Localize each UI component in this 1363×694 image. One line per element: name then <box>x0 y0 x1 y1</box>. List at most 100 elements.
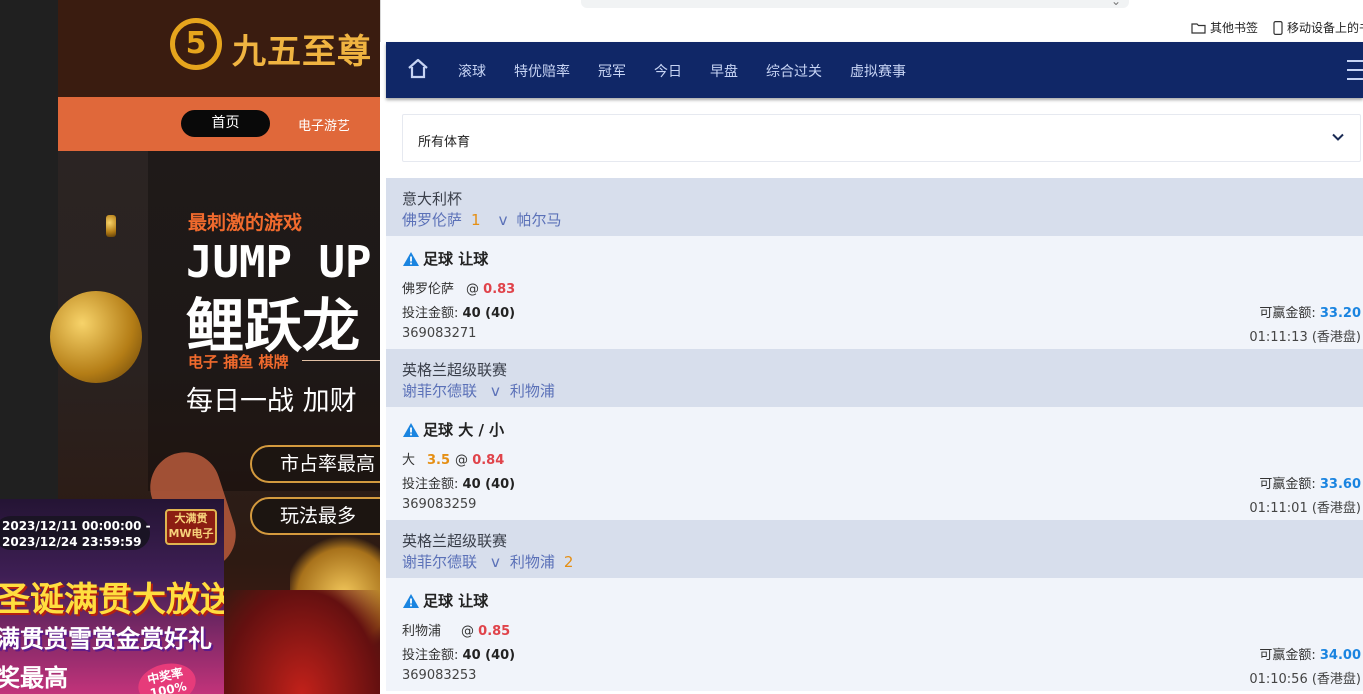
stake-label: 投注金额: <box>402 648 459 663</box>
home-team: 谢菲尔德联 <box>402 553 478 571</box>
stake-label: 投注金额: <box>402 477 459 492</box>
sport-filter-label: 所有体育 <box>418 135 471 150</box>
site-nav-egame[interactable]: 电子游艺 <box>298 115 350 134</box>
folder-icon <box>1191 22 1206 34</box>
ticket-id: 369083259 <box>402 497 477 512</box>
nav-item-special-odds[interactable]: 特优赔率 <box>514 61 570 81</box>
match-teams: 佛罗伦萨 1 v 帕尔马 <box>402 209 1363 230</box>
bet-type: 足球 让球 <box>423 592 489 610</box>
nav-item-parlay[interactable]: 综合过关 <box>766 61 822 81</box>
bookmark-mobile[interactable]: 移动设备上的书 <box>1273 19 1363 36</box>
stake-amount: 投注金额: 40 (40) <box>402 473 515 492</box>
league-name: 英格兰超级联赛 <box>402 361 508 379</box>
win-value: 33.60 <box>1319 477 1361 492</box>
home-team: 佛罗伦萨 <box>402 211 463 229</box>
bet-list-app: 滚球 特优赔率 冠军 今日 早盘 综合过关 虚拟赛事 所有体育 意大利杯 佛罗伦… <box>386 42 1363 694</box>
bet-selection: 大 3.5 @ 0.84 <box>402 449 504 468</box>
odds-value: 0.85 <box>478 624 511 639</box>
home-team: 谢菲尔德联 <box>402 382 478 400</box>
versus: v <box>498 211 508 229</box>
hero-categories: 电子 捕鱼 棋牌 <box>188 353 289 371</box>
match-header: 英格兰超级联赛 谢菲尔德联 v 利物浦 2 <box>386 520 1363 578</box>
warning-icon <box>403 422 419 437</box>
stake-value: 40 (40) <box>462 477 516 492</box>
handicap-value: 3.5 <box>427 453 451 468</box>
selection-name: 佛罗伦萨 <box>402 282 455 297</box>
bookmark-mobile-label: 移动设备上的书 <box>1287 21 1363 35</box>
nav-item-today[interactable]: 今日 <box>654 61 682 81</box>
away-score: 2 <box>563 553 574 571</box>
win-amount: 可赢金额: 33.60 <box>1259 473 1361 492</box>
sport-filter-select[interactable]: 所有体育 <box>402 114 1361 162</box>
at-symbol: @ <box>461 624 475 639</box>
background-website: 5 九五至尊 首页 电子游艺 最刺激的游戏 JUMP UP 鲤跃龙 电子 捕鱼 … <box>0 0 380 694</box>
bookmark-other[interactable]: 其他书签 <box>1191 19 1258 36</box>
win-label: 可赢金额: <box>1259 477 1316 492</box>
left-dark-strip <box>0 0 58 500</box>
promo-rate-badge: 中奖率 100% <box>134 658 200 694</box>
bet-time: 01:10:56 (香港盘) <box>1249 672 1361 687</box>
bet-list: 意大利杯 佛罗伦萨 1 v 帕尔马 足球 让球 佛罗伦萨 @ 0.83 投注金额: 40… <box>386 178 1363 691</box>
home-score: 1 <box>471 211 481 229</box>
match-header: 英格兰超级联赛 谢菲尔德联 v 利物浦 <box>386 349 1363 407</box>
win-value: 33.20 <box>1319 306 1361 321</box>
promo-subtitle: 满贯赏雪赏金赏好礼 <box>0 625 212 653</box>
bet-title: 足球 让球 <box>402 248 488 269</box>
match-teams: 谢菲尔德联 v 利物浦 2 <box>402 551 1363 572</box>
bet-title: 足球 大 / 小 <box>402 419 504 440</box>
warning-icon <box>403 251 419 266</box>
match-teams: 谢菲尔德联 v 利物浦 <box>402 380 1363 401</box>
nav-item-early[interactable]: 早盘 <box>710 61 738 81</box>
win-label: 可赢金额: <box>1259 648 1316 663</box>
bet-card[interactable]: 足球 大 / 小 大 3.5 @ 0.84 投注金额: 40 (40) 可赢金额: … <box>386 407 1363 520</box>
hero-slogan: 每日一战 加财 <box>186 386 357 417</box>
site-logo-text: 九五至尊 <box>232 32 372 72</box>
win-amount: 可赢金额: 33.20 <box>1259 302 1361 321</box>
promo-date: 2023/12/11 00:00:00 - 2023/12/24 23:59:5… <box>0 516 151 550</box>
fire-decor <box>224 590 380 694</box>
win-label: 可赢金额: <box>1259 306 1316 321</box>
promo-title: 圣诞满贯大放送 <box>0 580 224 620</box>
gold-coin-icon <box>106 215 116 237</box>
bet-time: 01:11:01 (香港盘) <box>1249 501 1361 516</box>
site-nav: 首页 电子游艺 <box>58 97 380 151</box>
browser-chrome: ⌄ 其他书签 移动设备上的书 <box>380 0 1363 42</box>
promo-date-end: 2023/12/24 23:59:59 <box>2 535 142 549</box>
ticket-id: 369083253 <box>402 668 477 683</box>
away-team: 利物浦 <box>509 382 555 400</box>
away-team: 利物浦 <box>509 553 555 571</box>
bet-card[interactable]: 足球 让球 利物浦 @ 0.85 投注金额: 40 (40) 可赢金额: 34.0… <box>386 578 1363 691</box>
mobile-device-icon <box>1273 20 1283 35</box>
selection-name: 利物浦 <box>402 624 442 639</box>
bet-type: 足球 让球 <box>423 250 489 268</box>
selection-name: 大 <box>402 453 416 468</box>
league-name: 英格兰超级联赛 <box>402 532 508 550</box>
stake-value: 40 (40) <box>462 648 516 663</box>
home-icon[interactable] <box>406 57 430 81</box>
bookmark-other-label: 其他书签 <box>1210 21 1259 35</box>
address-dropdown-icon[interactable]: ⌄ <box>1111 0 1121 8</box>
nav-item-inplay[interactable]: 滚球 <box>458 61 486 81</box>
promo-date-start: 2023/12/11 00:00:00 - <box>2 519 151 533</box>
nav-item-virtual[interactable]: 虚拟赛事 <box>850 61 906 81</box>
promo-badge-brand: MW电子 <box>168 527 214 540</box>
address-bar[interactable] <box>581 0 1129 8</box>
bet-selection: 佛罗伦萨 @ 0.83 <box>402 278 515 297</box>
bet-type: 足球 大 / 小 <box>423 421 505 439</box>
bet-card[interactable]: 足球 让球 佛罗伦萨 @ 0.83 投注金额: 40 (40) 可赢金额: 33.… <box>386 236 1363 349</box>
match-header: 意大利杯 佛罗伦萨 1 v 帕尔马 <box>386 178 1363 236</box>
promo-subtitle-2: 奖最高 <box>0 664 68 692</box>
hero-pill-market: 市占率最高 <box>250 445 380 483</box>
hero-divider <box>302 360 380 361</box>
win-amount: 可赢金额: 34.00 <box>1259 644 1361 663</box>
menu-icon[interactable] <box>1347 60 1363 80</box>
hero-subtitle: 最刺激的游戏 <box>188 212 303 234</box>
nav-item-outright[interactable]: 冠军 <box>598 61 626 81</box>
stake-value: 40 (40) <box>462 306 516 321</box>
versus: v <box>491 382 500 400</box>
promo-banner[interactable]: 2023/12/11 00:00:00 - 2023/12/24 23:59:5… <box>0 499 224 694</box>
stake-amount: 投注金额: 40 (40) <box>402 644 515 663</box>
at-symbol: @ <box>466 282 480 297</box>
gold-coin-icon <box>50 291 142 383</box>
site-nav-home[interactable]: 首页 <box>181 110 270 137</box>
